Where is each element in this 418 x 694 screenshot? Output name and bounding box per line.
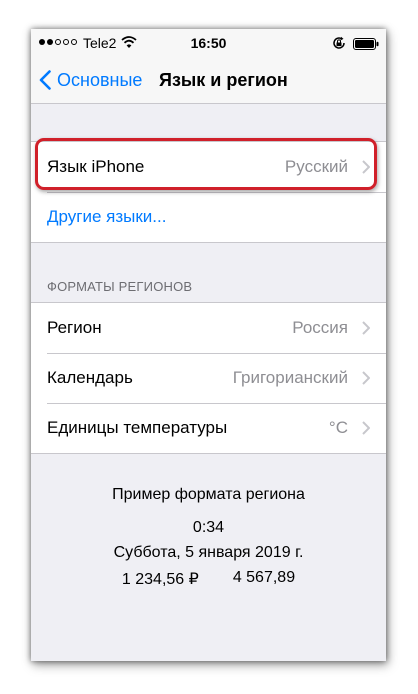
region-label: Регион <box>47 318 102 337</box>
calendar-row[interactable]: Календарь Григорианский <box>31 353 386 403</box>
example-amounts: 1 234,56 ₽ 4 567,89 <box>31 569 386 589</box>
calendar-value: Григорианский <box>232 368 348 387</box>
example-amount-currency: 1 234,56 ₽ <box>121 571 199 588</box>
section-header-formats: ФОРМАТЫ РЕГИОНОВ <box>47 279 193 294</box>
example-time: 0:34 <box>192 519 225 536</box>
calendar-label: Календарь <box>47 368 133 387</box>
chevron-right-icon <box>362 421 370 435</box>
example-date: Суббота, 5 января 2019 г. <box>113 544 304 561</box>
formats-group: Регион Россия Календарь Григорианский Ед… <box>31 302 386 454</box>
back-button[interactable]: Основные <box>39 57 142 103</box>
status-bar: Tele2 16:50 <box>31 29 386 57</box>
chevron-left-icon <box>39 70 51 90</box>
back-button-label: Основные <box>57 69 143 90</box>
temperature-units-row[interactable]: Единицы температуры °C <box>31 403 386 453</box>
battery-icon <box>353 38 379 50</box>
chevron-right-icon <box>362 371 370 385</box>
phone-screen: Tele2 16:50 Основные Язык и регион Язык … <box>31 29 386 661</box>
example-title: Пример формата региона <box>112 486 305 503</box>
highlight-frame <box>35 138 377 190</box>
navigation-bar: Основные Язык и регион <box>31 57 386 104</box>
region-value: Россия <box>292 318 348 337</box>
example-amount-number: 4 567,89 <box>232 569 296 586</box>
page: Tele2 16:50 Основные Язык и регион Язык … <box>0 0 418 694</box>
temperature-units-label: Единицы температуры <box>47 418 228 437</box>
temperature-units-value: °C <box>328 418 348 437</box>
region-row[interactable]: Регион Россия <box>31 303 386 353</box>
page-title: Язык и регион <box>159 70 288 90</box>
chevron-right-icon <box>362 321 370 335</box>
other-languages-link: Другие языки... <box>47 207 167 226</box>
rotation-lock-icon <box>333 36 345 49</box>
other-languages-row[interactable]: Другие языки... <box>31 192 386 242</box>
